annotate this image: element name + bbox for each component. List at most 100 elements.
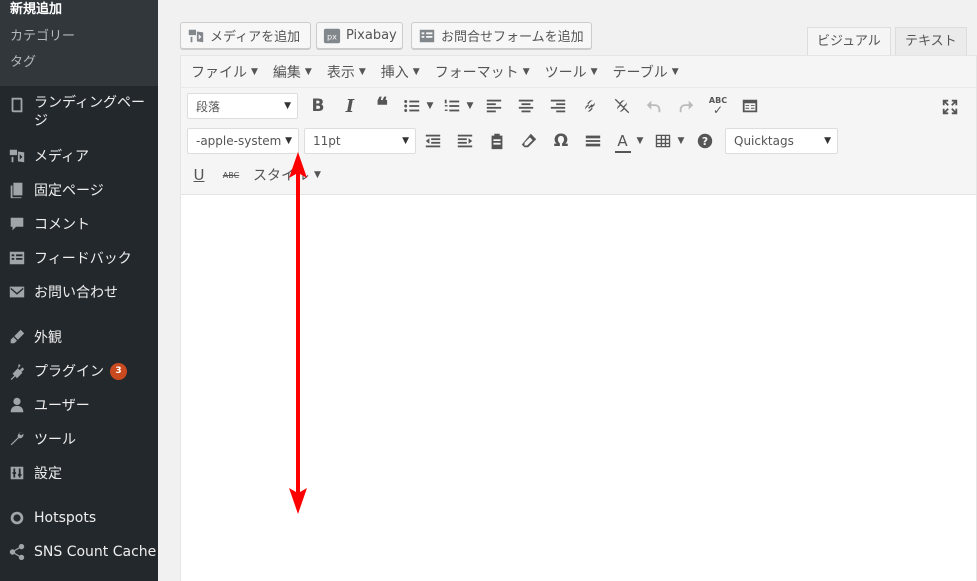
sidebar-item-label: お問い合わせ [34, 285, 118, 301]
sidebar-item-label: Hotspots [34, 510, 97, 526]
sidebar-item-settings[interactable]: 設定 [0, 458, 158, 488]
sidebar-item-sns-count-cache[interactable]: SNS Count Cache [0, 537, 158, 567]
caret-down-icon: ▼ [426, 101, 434, 111]
bold-button[interactable]: B [302, 92, 334, 120]
align-left-button[interactable] [478, 92, 510, 120]
kitchen-sink-icon [742, 99, 758, 113]
svg-text:?: ? [702, 135, 708, 148]
paste-as-text-button[interactable] [481, 127, 513, 155]
toolbar-row-2: -apple-system ▼ 11pt ▼ Ω A ▼ ▼ ? Quickta… [187, 126, 838, 156]
menu-format[interactable]: フォーマット ▼ [427, 62, 537, 82]
pixabay-button[interactable]: px Pixabay [316, 22, 403, 49]
tab-visual[interactable]: ビジュアル [807, 27, 891, 55]
sidebar-item-tools[interactable]: ツール [0, 424, 158, 454]
styles-dropdown[interactable]: スタイル ▼ [247, 161, 327, 189]
sidebar-item-media[interactable]: メディア [0, 141, 158, 171]
feedback-icon [0, 249, 34, 267]
caret-down-icon: ▼ [522, 66, 530, 77]
horizontal-line-button[interactable] [577, 127, 609, 155]
menu-file[interactable]: ファイル ▼ [183, 62, 265, 82]
clear-formatting-button[interactable] [513, 127, 545, 155]
link-icon [585, 100, 595, 112]
sidebar-item-comments[interactable]: コメント [0, 209, 158, 239]
sidebar-item-label: ランディングページ [34, 95, 146, 129]
menu-tools[interactable]: ツール ▼ [537, 62, 605, 82]
media-icon [0, 147, 34, 165]
bullet-list-button[interactable]: ▼ [398, 92, 438, 120]
tab-text[interactable]: テキスト [895, 27, 967, 55]
main-content: メディアを追加 px Pixabay お問合せフォームを追加 ビジュアル テキス… [158, 0, 977, 581]
table-icon [655, 134, 670, 148]
menu-insert[interactable]: 挿入 ▼ [373, 62, 427, 82]
sidebar-item-pages[interactable]: 固定ページ [0, 175, 158, 205]
sidebar-item-landing-pages[interactable]: ランディングページ [0, 94, 158, 134]
undo-button[interactable] [638, 92, 670, 120]
add-media-button[interactable]: メディアを追加 [180, 22, 311, 49]
annotation-double-arrow [289, 152, 307, 514]
sidebar-item-plugins[interactable]: プラグイン 3 [0, 356, 158, 386]
submenu-item-categories[interactable]: カテゴリー [0, 24, 158, 50]
svg-text:px: px [327, 31, 337, 41]
spellcheck-button[interactable]: ABC ✓ [702, 92, 734, 120]
align-center-button[interactable] [510, 92, 542, 120]
eraser-icon [521, 133, 537, 148]
sidebar-item-feedback[interactable]: フィードバック [0, 243, 158, 273]
sidebar-item-users[interactable]: ユーザー [0, 390, 158, 420]
numbered-list-button[interactable]: ▼ [438, 92, 478, 120]
caret-down-icon: ▼ [590, 66, 598, 77]
unlink-button[interactable] [606, 92, 638, 120]
menu-edit[interactable]: 編集 ▼ [265, 62, 319, 82]
sidebar-item-hotspots[interactable]: Hotspots [0, 503, 158, 533]
sidebar-item-label: コメント [34, 217, 90, 233]
numbered-list-icon [444, 99, 459, 112]
quicktags-select[interactable]: Quicktags ▼ [725, 128, 838, 154]
undo-icon [646, 100, 661, 113]
sidebar-item-contact[interactable]: お問い合わせ [0, 277, 158, 307]
bullet-list-icon [403, 100, 419, 112]
sidebar-item-label: ユーザー [34, 398, 90, 414]
redo-button[interactable] [670, 92, 702, 120]
help-button[interactable]: ? [689, 127, 721, 155]
caret-down-icon: ▼ [284, 101, 291, 111]
align-left-icon [486, 99, 502, 113]
comment-icon [0, 215, 34, 233]
plugin-update-badge: 3 [110, 362, 127, 380]
caret-down-icon: ▼ [314, 170, 321, 180]
table-button[interactable]: ▼ [649, 127, 689, 155]
align-right-button[interactable] [542, 92, 574, 120]
media-icon [187, 27, 205, 45]
text-color-button[interactable]: A ▼ [609, 127, 649, 155]
strikethrough-button[interactable]: ABC [215, 161, 247, 189]
indent-button[interactable] [449, 127, 481, 155]
plugin-icon [0, 362, 34, 380]
blockquote-button[interactable]: ❝ [366, 92, 398, 120]
fullscreen-button[interactable] [934, 93, 966, 121]
outdent-button[interactable] [417, 127, 449, 155]
font-family-select[interactable]: -apple-system ▼ [187, 128, 299, 154]
menu-view[interactable]: 表示 ▼ [319, 62, 373, 82]
menu-table[interactable]: テーブル ▼ [605, 62, 686, 82]
submenu-item-tags[interactable]: タグ [0, 50, 158, 76]
special-character-button[interactable]: Ω [545, 127, 577, 155]
add-contact-form-button[interactable]: お問合せフォームを追加 [411, 22, 592, 49]
sidebar-item-appearance[interactable]: 外観 [0, 322, 158, 352]
italic-button[interactable]: I [334, 92, 366, 120]
caret-down-icon: ▼ [402, 136, 409, 146]
insert-link-button[interactable] [574, 92, 606, 120]
brush-icon [0, 328, 34, 346]
format-select[interactable]: 段落 ▼ [187, 93, 298, 119]
submenu-item-add-new[interactable]: 新規追加 [0, 0, 158, 24]
align-center-icon [518, 99, 534, 113]
add-media-label: メディアを追加 [210, 30, 301, 45]
toolbar-toggle-button[interactable] [734, 92, 766, 120]
sidebar-item-label: メディア [34, 149, 90, 165]
caret-down-icon: ▼ [636, 136, 644, 146]
caret-down-icon: ▼ [671, 66, 679, 77]
settings-icon [0, 464, 34, 482]
toolbar-row-1: 段落 ▼ B I ❝ ▼ ▼ ABC ✓ [187, 91, 766, 121]
book-icon [0, 94, 34, 114]
sidebar-item-label: 設定 [34, 466, 62, 482]
font-size-select[interactable]: 11pt ▼ [304, 128, 416, 154]
underline-button[interactable]: U [183, 161, 215, 189]
sidebar-item-label: 固定ページ [34, 183, 104, 199]
